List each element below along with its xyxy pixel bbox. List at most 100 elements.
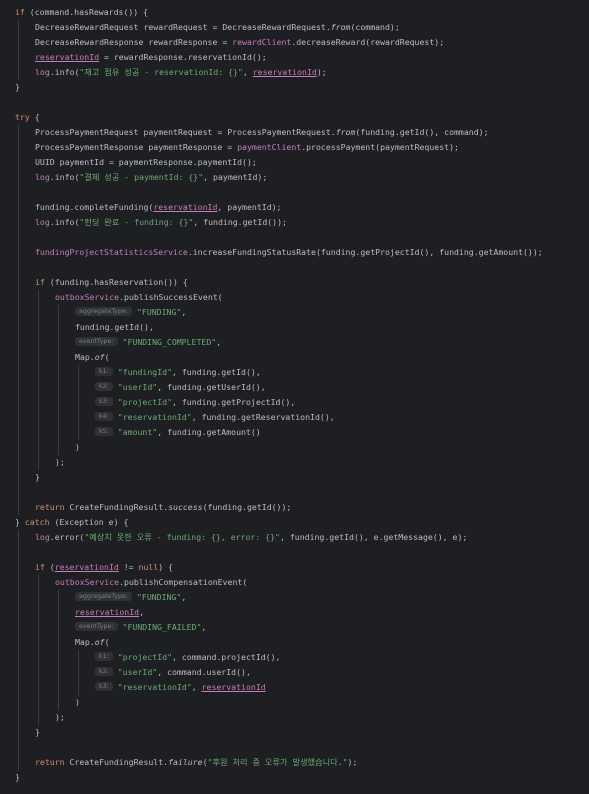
code-line[interactable]: } catch (Exception e) { [0, 515, 128, 530]
code-line[interactable]: log.info("결제 성공 - paymentId: {}", paymen… [0, 170, 267, 185]
code-token: "FUNDING_COMPLETED" [122, 337, 217, 347]
code-token: "FUNDING" [136, 307, 182, 317]
parameter-hint: k2: [95, 382, 113, 391]
code-token: null [138, 562, 159, 572]
code-token: of [94, 352, 105, 362]
code-token: .info( [49, 172, 80, 182]
code-line[interactable]: Map.of( [0, 350, 110, 365]
code-line[interactable]: if (command.hasRewards()) { [0, 5, 148, 20]
code-token: ); [55, 457, 65, 467]
code-token: "reservationId" [117, 682, 192, 692]
code-line[interactable]: outboxService.publishSuccessEvent( [0, 290, 223, 305]
code-line[interactable]: funding.getId(), [0, 320, 154, 335]
code-token: .increaseFundingStatusRate(funding.getPr… [187, 247, 543, 257]
code-line[interactable]: Map.of( [0, 635, 110, 650]
code-line[interactable]: ) [0, 695, 80, 710]
code-line[interactable] [0, 260, 15, 275]
code-editor[interactable]: if (command.hasRewards()) {DecreaseRewar… [0, 0, 589, 794]
code-line[interactable]: DecreaseRewardResponse rewardResponse = … [0, 35, 444, 50]
code-token: ( [104, 352, 110, 362]
code-token: .publishSuccessEvent( [119, 292, 223, 302]
code-line[interactable]: outboxService.publishCompensationEvent( [0, 575, 247, 590]
code-line[interactable]: reservationId, [0, 605, 144, 620]
code-token: , funding.getId(), [172, 367, 261, 377]
code-token: .info( [49, 217, 80, 227]
code-token: , [181, 307, 187, 317]
code-line[interactable]: } [0, 80, 20, 95]
code-token: .info( [49, 67, 80, 77]
parameter-hint: k3: [95, 397, 113, 406]
code-line[interactable] [0, 185, 15, 200]
code-line[interactable]: UUID paymentId = paymentResponse.payment… [0, 155, 257, 170]
code-line[interactable]: if (reservationId != null) { [0, 560, 173, 575]
code-line[interactable]: } [0, 770, 20, 785]
code-line[interactable]: eventType: "FUNDING_COMPLETED", [0, 335, 221, 350]
code-line[interactable]: k2: "userId", command.userId(), [0, 665, 251, 680]
code-line[interactable]: return CreateFundingResult.failure("후원 처… [0, 755, 357, 770]
code-line[interactable]: try { [0, 110, 40, 125]
code-token: return [35, 757, 65, 767]
code-token: , funding.getId(), e.getMessage(), e); [280, 532, 468, 542]
code-token: reservationId [201, 682, 266, 692]
code-token: ); [316, 67, 327, 77]
code-line[interactable] [0, 95, 15, 110]
code-token: , funding.getUserId(), [157, 382, 266, 392]
code-line[interactable]: } [0, 725, 40, 740]
parameter-hint: k2: [95, 667, 113, 676]
code-line[interactable]: log.error("예상치 못한 오류 - funding: {}, erro… [0, 530, 467, 545]
code-token: , [181, 592, 187, 602]
code-line[interactable] [0, 545, 15, 560]
code-token: reservationId [75, 607, 140, 617]
code-token: , funding.getProjectId(), [172, 397, 296, 407]
code-line[interactable]: reservationId = rewardResponse.reservati… [0, 50, 267, 65]
code-token: , [139, 607, 145, 617]
code-line[interactable]: k1: "fundingId", funding.getId(), [0, 365, 261, 380]
code-token: "fundingId" [117, 367, 173, 377]
code-line[interactable]: funding.completeFunding(reservationId, p… [0, 200, 282, 215]
code-line[interactable]: k5: "amount", funding.getAmount() [0, 425, 261, 440]
code-token: ( [104, 637, 110, 647]
code-line[interactable]: ) [0, 440, 80, 455]
parameter-hint: aggregateType: [75, 307, 132, 316]
code-token: failure [168, 757, 203, 767]
code-token: CreateFundingResult. [64, 502, 169, 512]
code-line[interactable]: aggregateType: "FUNDING", [0, 305, 186, 320]
code-line[interactable]: ProcessPaymentRequest paymentRequest = P… [0, 125, 489, 140]
code-line[interactable] [0, 230, 15, 245]
code-line[interactable]: } [0, 470, 40, 485]
code-token: if [35, 277, 45, 287]
code-line[interactable]: k3: "reservationId", reservationId [0, 680, 266, 695]
code-token: reservationId [35, 52, 100, 62]
code-line[interactable]: return CreateFundingResult.success(fundi… [0, 500, 291, 515]
code-line[interactable]: k4: "reservationId", funding.getReservati… [0, 410, 335, 425]
code-line[interactable] [0, 485, 15, 500]
code-line[interactable] [0, 740, 15, 755]
parameter-hint: eventType: [75, 622, 118, 631]
code-line[interactable]: eventType: "FUNDING_FAILED", [0, 620, 206, 635]
code-token: outboxService [55, 577, 120, 587]
parameter-hint: k1: [95, 367, 113, 376]
code-token: (Exception e) { [49, 517, 129, 527]
code-token: reservationId [54, 562, 119, 572]
code-line[interactable]: k2: "userId", funding.getUserId(), [0, 380, 266, 395]
code-token: funding.getId(), [75, 322, 154, 332]
code-token: ProcessPaymentRequest paymentRequest = P… [35, 127, 336, 137]
parameter-hint: k3: [95, 682, 113, 691]
code-line[interactable]: ); [0, 455, 65, 470]
code-token: .decreaseReward(rewardRequest); [291, 37, 445, 47]
code-line[interactable]: k1: "projectId", command.projectId(), [0, 650, 280, 665]
code-line[interactable]: k3: "projectId", funding.getProjectId(), [0, 395, 295, 410]
code-line[interactable]: DecreaseRewardRequest rewardRequest = De… [0, 20, 400, 35]
code-line[interactable]: log.info("재고 점유 성공 - reservationId: {}",… [0, 65, 327, 80]
code-token: log [35, 217, 50, 227]
code-line[interactable]: if (funding.hasReservation()) { [0, 275, 188, 290]
code-token: of [94, 637, 105, 647]
code-token: ) [75, 442, 80, 452]
code-line[interactable]: aggregateType: "FUNDING", [0, 590, 186, 605]
code-token: ); [55, 712, 65, 722]
code-line[interactable]: log.info("펀딩 완료 - funding: {}", funding.… [0, 215, 287, 230]
code-line[interactable]: fundingProjectStatisticsService.increase… [0, 245, 543, 260]
code-line[interactable]: ProcessPaymentResponse paymentResponse =… [0, 140, 459, 155]
code-line[interactable]: ); [0, 710, 65, 725]
code-token: , funding.getId()); [193, 217, 287, 227]
